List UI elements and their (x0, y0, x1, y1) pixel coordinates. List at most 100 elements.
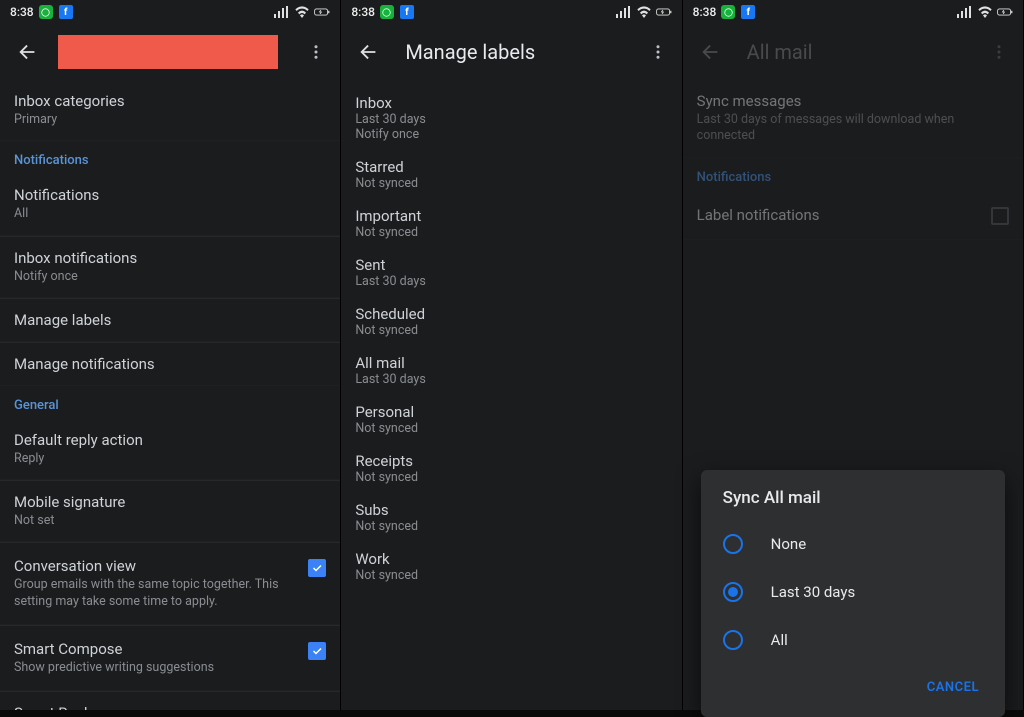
labels-list[interactable]: Inbox Last 30 days Notify once Starred N… (341, 80, 681, 597)
manage-notifications-item[interactable]: Manage notifications (0, 343, 340, 386)
smart-compose-checkbox[interactable] (308, 642, 326, 660)
whatsapp-icon (379, 4, 395, 20)
panel-account-settings: 8:38 f Inbox categories Primary Notifica… (0, 0, 341, 710)
wifi-icon (294, 4, 310, 20)
signal-icon (957, 4, 973, 20)
signal-icon (274, 4, 290, 20)
dialog-actions: CANCEL (701, 664, 1005, 713)
mobile-signature-item[interactable]: Mobile signature Not set (0, 481, 340, 542)
whatsapp-icon (38, 4, 54, 20)
radio-option-last30[interactable]: Last 30 days (701, 568, 1005, 616)
header: Manage labels (341, 24, 681, 80)
section-general: General (0, 386, 340, 419)
label-sub: Not synced (355, 470, 667, 485)
dialog-layer: Sync All mail None Last 30 days All CANC… (683, 240, 1023, 711)
conversation-view-item[interactable]: Conversation view Group emails with the … (0, 543, 340, 625)
label-item[interactable]: Scheduled Not synced (355, 297, 667, 346)
item-title: Inbox notifications (14, 249, 326, 267)
radio-option-none[interactable]: None (701, 520, 1005, 568)
label-item[interactable]: All mail Last 30 days (355, 346, 667, 395)
cancel-button[interactable]: CANCEL (917, 672, 989, 703)
label-item[interactable]: Receipts Not synced (355, 444, 667, 493)
status-time: 8:38 (693, 5, 717, 19)
back-button[interactable] (353, 36, 385, 68)
label-item[interactable]: Personal Not synced (355, 395, 667, 444)
facebook-icon: f (58, 4, 74, 20)
radio-label: Last 30 days (771, 583, 856, 601)
label-sub: Not synced (355, 519, 667, 534)
header: All mail (683, 24, 1023, 80)
account-email-redacted (58, 35, 278, 69)
item-title: Smart Reply (14, 704, 326, 710)
label-item[interactable]: Starred Not synced (355, 150, 667, 199)
facebook-icon: f (399, 4, 415, 20)
item-sub: Show predictive writing suggestions (14, 660, 308, 676)
status-time: 8:38 (10, 5, 34, 19)
whatsapp-icon (720, 4, 736, 20)
label-sub: Not synced (355, 323, 667, 338)
battery-icon (314, 4, 330, 20)
radio-option-all[interactable]: All (701, 616, 1005, 664)
label-title: Inbox (355, 94, 667, 112)
radio-icon[interactable] (723, 582, 743, 602)
label-title: Scheduled (355, 305, 667, 323)
overflow-menu-icon[interactable] (642, 36, 674, 68)
item-title: Default reply action (14, 431, 326, 449)
label-title: Subs (355, 501, 667, 519)
item-sub: All (14, 206, 326, 222)
item-sub: Group emails with the same topic togethe… (14, 577, 308, 610)
item-title: Inbox categories (14, 92, 326, 110)
section-notifications: Notifications (683, 158, 1023, 191)
label-sub: Not synced (355, 421, 667, 436)
sync-dialog: Sync All mail None Last 30 days All CANC… (701, 470, 1005, 717)
back-button[interactable] (12, 36, 44, 68)
section-notifications: Notifications (0, 141, 340, 174)
radio-label: None (771, 535, 807, 553)
inbox-notifications-item[interactable]: Inbox notifications Notify once (0, 237, 340, 298)
label-title: Receipts (355, 452, 667, 470)
page-title: All mail (747, 40, 983, 64)
item-title: Mobile signature (14, 493, 326, 511)
facebook-icon: f (740, 4, 756, 20)
panel-all-mail: 8:38 f All mail Sync messages Last 30 da… (683, 0, 1024, 710)
smart-reply-item[interactable]: Smart Reply (0, 692, 340, 710)
label-item[interactable]: Sent Last 30 days (355, 248, 667, 297)
status-bar: 8:38 f (0, 0, 340, 24)
item-title: Notifications (14, 186, 326, 204)
item-sub: Notify once (14, 269, 326, 285)
conversation-view-checkbox[interactable] (308, 559, 326, 577)
back-button (695, 36, 727, 68)
panel-manage-labels: 8:38 f Manage labels Inbox Last 30 days … (341, 0, 682, 710)
label-title: Work (355, 550, 667, 568)
label-title: All mail (355, 354, 667, 372)
item-title: Manage labels (14, 311, 326, 329)
smart-compose-item[interactable]: Smart Compose Show predictive writing su… (0, 626, 340, 691)
item-title: Conversation view (14, 557, 308, 575)
radio-label: All (771, 631, 788, 649)
manage-labels-item[interactable]: Manage labels (0, 299, 340, 342)
radio-icon[interactable] (723, 630, 743, 650)
label-item[interactable]: Important Not synced (355, 199, 667, 248)
label-sub: Not synced (355, 176, 667, 191)
dialog-title: Sync All mail (701, 488, 1005, 520)
label-sub: Last 30 days Notify once (355, 112, 667, 142)
label-title: Important (355, 207, 667, 225)
label-item[interactable]: Work Not synced (355, 542, 667, 591)
item-sub: Reply (14, 451, 326, 467)
inbox-categories-item[interactable]: Inbox categories Primary (0, 80, 340, 141)
overflow-menu-icon[interactable] (300, 36, 332, 68)
item-sub: Not set (14, 513, 326, 529)
label-notifications-item: Label notifications (683, 191, 1023, 240)
default-reply-item[interactable]: Default reply action Reply (0, 419, 340, 480)
radio-icon[interactable] (723, 534, 743, 554)
label-sub: Not synced (355, 225, 667, 240)
label-sub: Not synced (355, 568, 667, 583)
notifications-item[interactable]: Notifications All (0, 174, 340, 235)
label-title: Starred (355, 158, 667, 176)
label-item[interactable]: Subs Not synced (355, 493, 667, 542)
label-item[interactable]: Inbox Last 30 days Notify once (355, 86, 667, 150)
signal-icon (616, 4, 632, 20)
sync-messages-item: Sync messages Last 30 days of messages w… (683, 80, 1023, 158)
overflow-menu-icon (983, 36, 1015, 68)
settings-list[interactable]: Inbox categories Primary Notifications N… (0, 80, 340, 710)
